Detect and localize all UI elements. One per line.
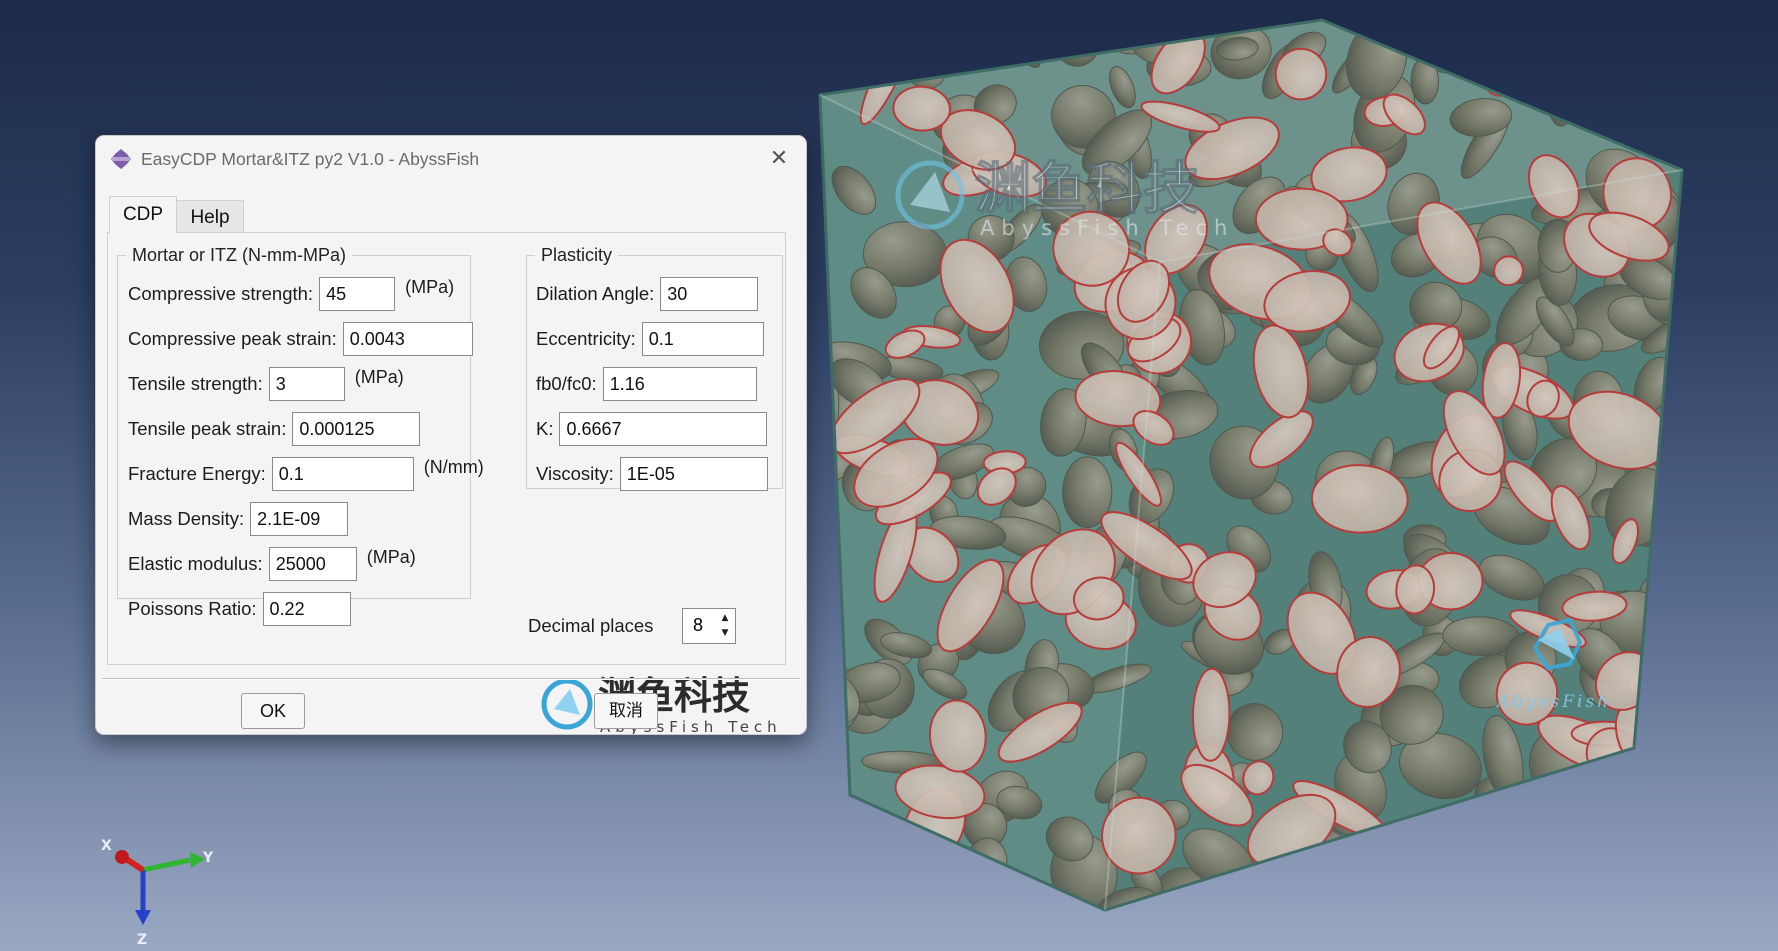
compressive-peak-strain-label: Compressive peak strain:	[128, 328, 337, 349]
axis-x-label: X	[101, 838, 112, 854]
aggregate-pebble	[832, 850, 902, 910]
aggregate-pebble	[1653, 796, 1682, 830]
tensile-peak-strain-row: Tensile peak strain:	[128, 410, 421, 448]
compressive-strength-unit: (MPa)	[405, 277, 455, 297]
watermark-en-text: AbyssFish Tech	[980, 216, 1234, 240]
tensile-strength-label: Tensile strength:	[128, 373, 263, 394]
aggregate-pebble	[1610, 880, 1658, 910]
compressive-strength-label: Compressive strength:	[128, 283, 314, 304]
dilation-angle-input[interactable]	[660, 277, 759, 311]
aggregate-pebble	[1539, 857, 1589, 910]
poissons-ratio-input[interactable]	[262, 592, 351, 626]
compressive-strength-input[interactable]	[319, 277, 396, 311]
aggregate-pebble	[998, 20, 1043, 55]
viscosity-input[interactable]	[619, 457, 768, 491]
tab-cdp[interactable]: CDP	[109, 196, 177, 233]
concrete-cube-model	[818, 18, 1684, 912]
aggregate-pebble	[1658, 723, 1682, 801]
eccentricity-input[interactable]	[641, 322, 764, 356]
aggregate-particles	[820, 20, 1682, 910]
aggregate-pebble	[1654, 567, 1682, 613]
button-separator	[102, 678, 800, 680]
aggregate-pebble	[866, 828, 933, 897]
fb0-fc0-label: fb0/fc0:	[536, 373, 597, 394]
elastic-modulus-label: Elastic modulus:	[128, 553, 263, 574]
dilation-angle-label: Dilation Angle:	[536, 283, 655, 304]
decimal-places-label: Decimal places	[528, 615, 654, 636]
eccentricity-row: Eccentricity:	[536, 320, 764, 358]
fracture-energy-row: Fracture Energy: (N/mm)	[128, 455, 484, 493]
spin-up-arrow-icon[interactable]: ▲	[717, 611, 733, 626]
watermark-corner-text: AbyssFish	[1495, 692, 1611, 712]
k-row: K:	[536, 410, 768, 448]
aggregate-pebble	[1514, 850, 1545, 910]
easycdp-dialog: EasyCDP Mortar&ITZ py2 V1.0 - AbyssFish …	[95, 135, 807, 735]
axis-z-label: Z	[137, 932, 147, 948]
aggregate-pebble	[1476, 810, 1556, 870]
fb0-fc0-input[interactable]	[602, 367, 757, 401]
tensile-peak-strain-label: Tensile peak strain:	[128, 418, 287, 439]
decimal-places-value: 8	[693, 615, 704, 635]
poissons-ratio-label: Poissons Ratio:	[128, 598, 257, 619]
fracture-energy-unit: (N/mm)	[423, 457, 484, 477]
aggregate-pebble	[1405, 819, 1477, 889]
ok-button[interactable]: OK	[241, 693, 305, 729]
aggregate-pebble	[883, 874, 949, 910]
aggregate-pebble	[854, 20, 898, 52]
k-label: K:	[536, 418, 554, 439]
title-bar[interactable]: EasyCDP Mortar&ITZ py2 V1.0 - AbyssFish …	[96, 136, 806, 182]
aggregate-pebble	[1567, 814, 1633, 880]
elastic-modulus-input[interactable]	[268, 547, 357, 581]
mass-density-input[interactable]	[250, 502, 349, 536]
k-input[interactable]	[559, 412, 768, 446]
fb0-fc0-row: fb0/fc0:	[536, 365, 757, 403]
tensile-strength-unit: (MPa)	[354, 367, 404, 387]
aggregate-pebble	[1571, 826, 1650, 887]
tab-panel-cdp: Mortar or ITZ (N-mm-MPa) Compressive str…	[107, 232, 786, 734]
tensile-peak-strain-input[interactable]	[292, 412, 421, 446]
aggregate-pebble	[1629, 59, 1669, 122]
viscosity-row: Viscosity:	[536, 455, 768, 493]
mortar-group-legend: Mortar or ITZ (N-mm-MPa)	[132, 245, 346, 265]
compressive-strength-row: Compressive strength: (MPa)	[128, 275, 454, 313]
tensile-strength-input[interactable]	[268, 367, 345, 401]
eccentricity-label: Eccentricity:	[536, 328, 636, 349]
app-icon	[111, 149, 131, 169]
mass-density-row: Mass Density:	[128, 500, 349, 538]
axis-triad: X Y Z	[101, 838, 214, 948]
plasticity-group-legend: Plasticity	[541, 245, 613, 265]
cancel-button[interactable]: 取消	[594, 693, 658, 729]
poissons-ratio-row: Poissons Ratio:	[128, 590, 351, 628]
compressive-peak-strain-input[interactable]	[342, 322, 473, 356]
aggregate-pebble	[825, 819, 905, 865]
mortar-veil	[820, 20, 1682, 910]
elastic-modulus-unit: (MPa)	[366, 547, 416, 567]
aggregate-pebble	[1594, 31, 1675, 92]
aggregate-pebble	[1576, 766, 1615, 826]
mass-density-label: Mass Density:	[128, 508, 245, 529]
decimal-places-spinbox[interactable]: 8 ▲ ▼	[682, 608, 736, 644]
elastic-modulus-row: Elastic modulus: (MPa)	[128, 545, 416, 583]
aggregate-pebble	[1602, 56, 1654, 111]
watermark-cn-text: 渊鱼科技	[975, 157, 1199, 222]
spin-down-arrow-icon[interactable]: ▼	[717, 626, 733, 641]
axis-y-label: Y	[202, 850, 214, 866]
aggregate-pebble	[1599, 759, 1643, 810]
tensile-strength-row: Tensile strength: (MPa)	[128, 365, 404, 403]
aggregate-pebble	[1380, 841, 1421, 894]
decimal-places-row: Decimal places	[528, 607, 653, 645]
fracture-energy-label: Fracture Energy:	[128, 463, 266, 484]
fracture-energy-input[interactable]	[271, 457, 414, 491]
aggregate-pebble	[1588, 837, 1621, 885]
aggregate-pebble	[1593, 844, 1648, 877]
window-title: EasyCDP Mortar&ITZ py2 V1.0 - AbyssFish	[141, 149, 480, 169]
tab-help[interactable]: Help	[176, 200, 244, 233]
dilation-angle-row: Dilation Angle:	[536, 275, 759, 313]
aggregate-pebble	[1599, 846, 1661, 897]
viscosity-label: Viscosity:	[536, 463, 614, 484]
close-icon[interactable]: ✕	[766, 146, 792, 172]
compressive-peak-strain-row: Compressive peak strain:	[128, 320, 473, 358]
